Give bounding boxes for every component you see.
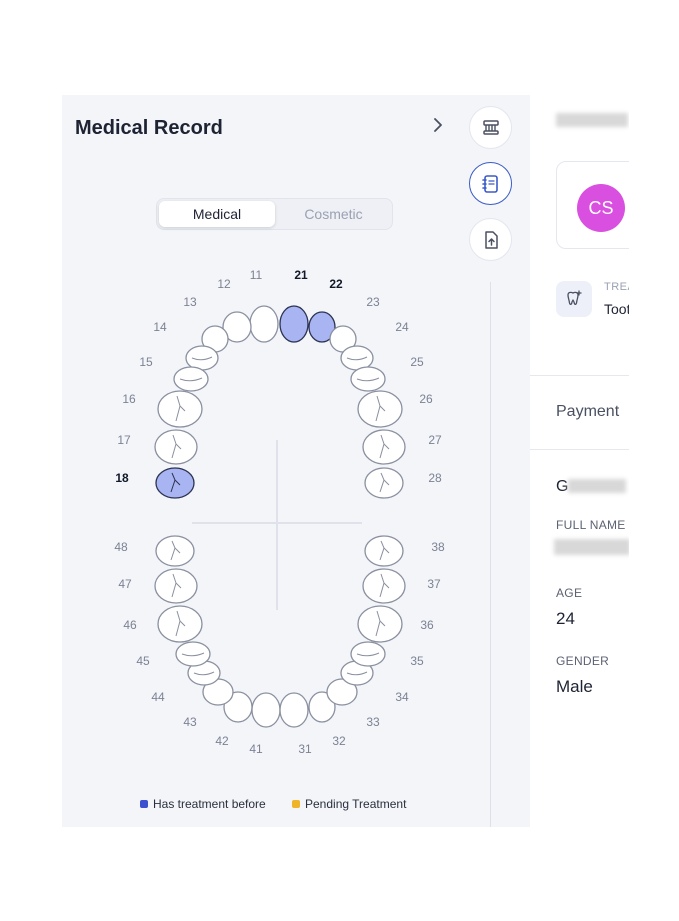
tooth-26[interactable] [357, 390, 403, 428]
full-name-label: FULL NAME [556, 518, 626, 532]
tooth-label-38: 38 [431, 540, 445, 554]
tooth-label-44: 44 [151, 690, 165, 704]
treatment-label: TREA [604, 281, 629, 293]
tooth-label-22: 22 [329, 277, 343, 291]
tooth-21[interactable] [279, 305, 309, 343]
tooth-label-36: 36 [420, 618, 434, 632]
tooth-17[interactable] [154, 429, 198, 465]
redacted-full-name [554, 539, 629, 555]
tooth-27[interactable] [362, 429, 406, 465]
tooth-crown [251, 692, 281, 728]
tooth-label-12: 12 [217, 277, 231, 291]
tooth-label-14: 14 [153, 320, 167, 334]
tooth-crown [364, 535, 404, 567]
tooth-11[interactable] [249, 305, 279, 343]
tooth-label-35: 35 [410, 654, 424, 668]
tooth-crown [364, 467, 404, 499]
tooth-label-16: 16 [122, 392, 136, 406]
tooth-label-41: 41 [249, 742, 263, 756]
tooth-label-28: 28 [428, 471, 442, 485]
tooth-46[interactable] [157, 605, 203, 643]
tooth-label-13: 13 [183, 295, 197, 309]
tooth-label-25: 25 [410, 355, 424, 369]
tooth-45[interactable] [175, 641, 211, 667]
tooth-crown [357, 390, 403, 428]
tooth-38[interactable] [364, 535, 404, 567]
tooth-41[interactable] [251, 692, 281, 728]
tooth-crown [154, 568, 198, 604]
tooth-label-42: 42 [215, 734, 229, 748]
redacted-heading [556, 113, 628, 127]
divider [530, 375, 629, 376]
tooth-15[interactable] [173, 366, 209, 392]
tooth-25[interactable] [350, 366, 386, 392]
tooth-crown [154, 429, 198, 465]
payment-tab[interactable]: Payment [556, 403, 619, 421]
tooth-label-15: 15 [139, 355, 153, 369]
tooth-47[interactable] [154, 568, 198, 604]
patient-name-partial: G [556, 478, 569, 495]
avatar: CS [577, 184, 625, 232]
tooth-label-23: 23 [366, 295, 380, 309]
tooth-35[interactable] [350, 641, 386, 667]
tooth-label-27: 27 [428, 433, 442, 447]
tooth-label-34: 34 [395, 690, 409, 704]
patient-card: CS [556, 161, 629, 249]
tooth-16[interactable] [157, 390, 203, 428]
age-value: 24 [556, 609, 575, 628]
divider [530, 449, 629, 450]
app-stage: Medical Record Medical Cosmetic Has trea… [0, 0, 679, 921]
tooth-48[interactable] [155, 535, 195, 567]
tooth-crown [175, 641, 211, 667]
tooth-label-18: 18 [115, 471, 129, 485]
tooth-36[interactable] [357, 605, 403, 643]
tooth-crown [155, 535, 195, 567]
age-label: AGE [556, 586, 583, 600]
tooth-label-31: 31 [298, 742, 312, 756]
gender-value: Male [556, 677, 593, 696]
tooth-label-17: 17 [117, 433, 131, 447]
tooth-label-46: 46 [123, 618, 137, 632]
tooth-crown [350, 366, 386, 392]
treatment-value: Toot [604, 301, 629, 317]
tooth-crown [357, 605, 403, 643]
tooth-crown [249, 305, 279, 343]
tooth-crown [157, 605, 203, 643]
tooth-crown [173, 366, 209, 392]
tooth-label-37: 37 [427, 577, 441, 591]
tooth-label-45: 45 [136, 654, 150, 668]
tooth-crown [350, 641, 386, 667]
tooth-label-43: 43 [183, 715, 197, 729]
tooth-crown [279, 305, 309, 343]
tooth-crown [155, 467, 195, 499]
tooth-18[interactable] [155, 467, 195, 499]
tooth-crown [362, 429, 406, 465]
tooth-label-26: 26 [419, 392, 433, 406]
patient-panel: CS TREA Toot Payment G FULL NAME AGE 24 … [530, 95, 629, 827]
tooth-label-47: 47 [118, 577, 132, 591]
gender-label: GENDER [556, 654, 610, 668]
tooth-label-48: 48 [114, 540, 128, 554]
tooth-crown [279, 692, 309, 728]
tooth-crown [157, 390, 203, 428]
tooth-label-24: 24 [395, 320, 409, 334]
tooth-plus-icon [556, 281, 592, 317]
tooth-31[interactable] [279, 692, 309, 728]
tooth-28[interactable] [364, 467, 404, 499]
tooth-label-21: 21 [294, 268, 308, 282]
tooth-label-33: 33 [366, 715, 380, 729]
tooth-label-32: 32 [332, 734, 346, 748]
tooth-crown [362, 568, 406, 604]
tooth-37[interactable] [362, 568, 406, 604]
redacted-name [568, 479, 626, 493]
tooth-label-11: 11 [250, 268, 263, 282]
